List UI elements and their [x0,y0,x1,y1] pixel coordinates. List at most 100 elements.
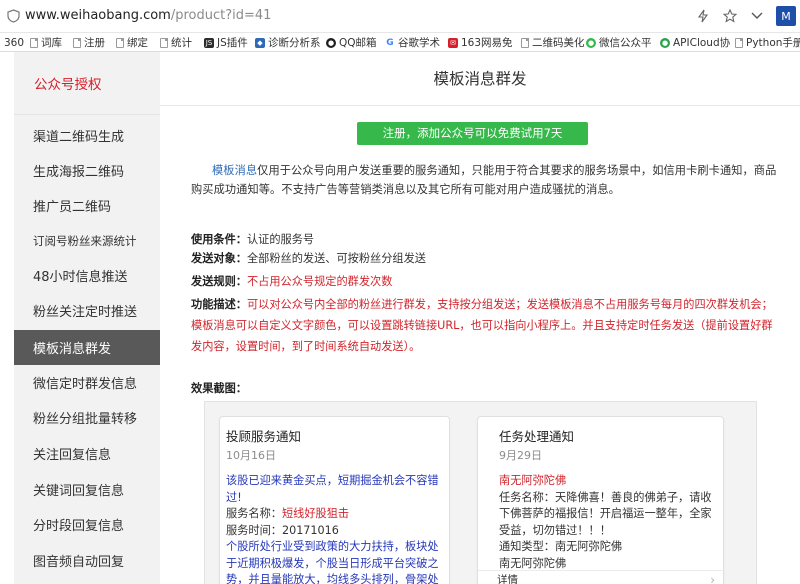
function-row: 功能描述：可以对公众号内全部的粉丝进行群发，支持按分组发送；发送模板消息不占用服… [191,294,776,357]
card-title: 投顾服务通知 [226,429,302,444]
card-time-row: 服务时间：20171016 [226,523,441,540]
sidebar-item[interactable]: 粉丝分组批量转移 [14,400,160,435]
bookmarks-bar: 360 词库 注册 绑定 统计 JS JS插件 ◆ 诊断分析系 ● QQ邮箱 G… [0,33,800,52]
bookmark-label: 统计 [171,37,192,49]
function-value: 可以对公众号内全部的粉丝进行群发，支持按分组发送；发送模板消息不占用服务号每月的… [191,298,773,353]
time-label: 服务时间： [226,523,282,537]
bookmark-item[interactable]: ● 微信公众平 [586,35,652,50]
bookmark-item[interactable]: 绑定 [116,35,148,50]
sidebar-item[interactable]: 微信定时群发信息 [14,365,160,400]
function-label: 功能描述： [191,298,247,311]
card-lead: 南无阿弥陀佛 [499,474,567,487]
sidebar-item[interactable]: 分时段回复信息 [14,507,160,542]
target-label: 发送对象： [191,252,247,265]
page-icon [735,37,743,48]
page-icon [116,37,124,48]
sidebar-item[interactable]: 推广员二维码 [14,188,160,223]
bookmark-label: 诊断分析系 [268,37,321,49]
bookmark-item[interactable]: JS JS插件 [204,35,248,50]
shield-icon [7,9,20,23]
card-title: 任务处理通知 [499,429,575,444]
bookmark-item[interactable]: 统计 [160,35,192,50]
card-body: 南无阿弥陀佛 任务名称：天降佛喜！善良的佛弟子，请收下佛菩萨的福报信！开启福运一… [499,473,715,572]
usage-row: 使用条件：认证的服务号 [191,230,776,249]
sidebar-item[interactable]: 关键词回复信息 [14,472,160,507]
sidebar-item[interactable]: 粉丝关注定时推送 [14,293,160,328]
notify-value: 南无阿弥陀佛 [554,540,623,553]
card-body: 该股已迎来黄金买点，短期掘金机会不容错过! 服务名称：短线好股狙击 服务时间：2… [226,473,441,584]
main-content: 模板消息群发 注册，添加公众号可以免费试用7天 模板消息仅用于公众号向用户发送重… [160,52,800,584]
bookmark-item[interactable]: G 谷歌学术 [385,35,440,50]
bookmark-label: 注册 [84,37,105,49]
intro-text: 仅用于公众号向用户发送重要的服务通知，只能用于符合其要求的服务场景中，如信用卡刷… [191,164,777,196]
service-value: 短线好股狙击 [281,507,350,520]
sidebar-item[interactable]: 关注回复信息 [14,436,160,471]
chevron-down-icon[interactable] [749,8,765,24]
bookmark-item[interactable]: ● QQ邮箱 [326,35,377,50]
time-value: 20171016 [281,523,339,537]
sidebar-item[interactable]: 48小时信息推送 [14,258,160,293]
page-icon [30,37,38,48]
usage-value: 认证的服务号 [246,233,315,246]
chevron-right-icon: › [710,573,715,584]
notification-card: 任务处理通知 9月29日 南无阿弥陀佛 任务名称：天降佛喜！善良的佛弟子，请收下… [477,416,724,584]
target-row: 发送对象：全部粉丝的发送、可按粉丝分组发送 [191,249,776,268]
register-button[interactable]: 注册，添加公众号可以免费试用7天 [357,122,588,145]
lightning-icon[interactable] [695,8,711,24]
extension-icon[interactable]: M [776,6,796,26]
card-notify-row: 通知类型：南无阿弥陀佛 [499,539,715,556]
service-label: 服务名称： [226,507,282,520]
bookmark-label: APICloud协 [673,37,731,49]
notification-card: 投顾服务通知 10月16日 该股已迎来黄金买点，短期掘金机会不容错过! 服务名称… [219,416,450,584]
bookmark-item[interactable]: ◆ 诊断分析系 [255,35,321,50]
js-icon: JS [204,37,214,48]
details-label: 详情 [497,574,518,584]
address-bar[interactable]: www.weihaobang.com/product?id=41 M [0,0,800,33]
sidebar-item[interactable]: 渠道二维码生成 [14,118,160,153]
bookmark-item[interactable]: ● APICloud协 [660,35,730,50]
sidebar-item[interactable]: 生成海报二维码 [14,153,160,188]
sidebar-item[interactable]: 订阅号粉丝来源统计 [14,223,160,258]
url-host: www.weihaobang.com [25,8,171,23]
bookmark-item[interactable]: Python手册 [735,35,800,50]
bookmark-label: 二维码美化 [532,37,585,49]
usage-label: 使用条件： [191,233,247,246]
bookmark-label: 微信公众平 [599,37,652,49]
intro-highlight: 模板消息 [212,164,258,177]
sidebar-item[interactable]: 图音频自动回复 [14,543,160,578]
bookmark-label: 谷歌学术 [398,37,440,49]
task-label: 任务名称： [499,490,555,504]
bookmark-label: JS插件 [217,37,248,49]
bookmark-item[interactable]: 二维码美化 [521,35,585,50]
bookmark-360[interactable]: 360 [4,35,24,50]
analytics-icon: ◆ [255,37,265,48]
card-date: 9月29日 [499,449,542,462]
bookmark-label: 词库 [41,37,62,49]
card-details-link[interactable]: 详情 › [478,570,723,584]
url-path: /product?id=41 [170,8,272,23]
rule-label: 发送规则： [191,275,247,288]
netease-icon: ✉ [448,37,458,48]
sidebar-item-active[interactable]: 模板消息群发 [14,330,160,365]
url-text[interactable]: www.weihaobang.com/product?id=41 [25,8,271,23]
notify-label: 通知类型： [499,540,555,553]
intro-paragraph: 模板消息仅用于公众号向用户发送重要的服务通知，只能用于符合其要求的服务场景中，如… [191,161,781,199]
screenshots-panel: 投顾服务通知 10月16日 该股已迎来黄金买点，短期掘金机会不容错过! 服务名称… [204,401,757,584]
sidebar-title[interactable]: 公众号授权 [14,52,160,115]
bookmark-item[interactable]: ✉ 163网易免 [448,35,513,50]
bookmark-label: 绑定 [127,37,148,49]
page-icon [73,37,81,48]
wechat-icon: ● [586,37,596,48]
apicloud-icon: ● [660,37,670,48]
page-title: 模板消息群发 [160,52,800,106]
bookmark-item[interactable]: 注册 [73,35,105,50]
screenshots-label: 效果截图： [191,382,247,395]
bookmark-item[interactable]: 词库 [30,35,62,50]
target-value: 全部粉丝的发送、可按粉丝分组发送 [246,252,426,265]
bookmark-label: QQ邮箱 [339,37,377,49]
card-task-row: 任务名称：天降佛喜！善良的佛弟子，请收下佛菩萨的福报信！开启福运一整年，全家受益… [499,490,715,540]
rule-value: 不占用公众号规定的群发次数 [246,275,393,288]
bookmark-label: 360 [4,36,25,49]
qq-icon: ● [326,37,336,48]
star-icon[interactable] [722,8,738,24]
